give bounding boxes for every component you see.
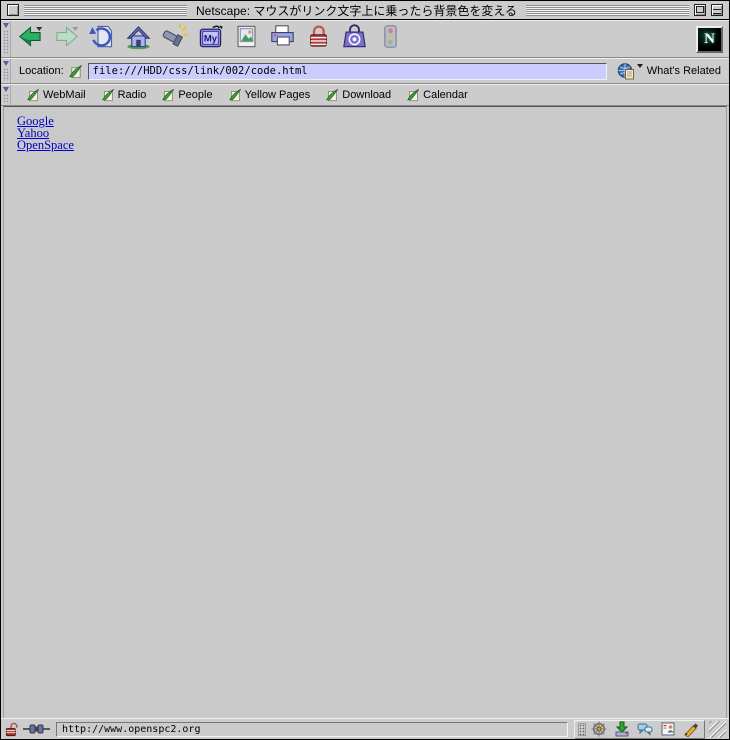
personal-item-label: Download bbox=[342, 89, 392, 101]
link-openspace[interactable]: OpenSpace bbox=[17, 139, 74, 152]
reload-button[interactable] bbox=[85, 22, 119, 56]
bookmark-quill-icon bbox=[68, 64, 83, 79]
plug-icon bbox=[23, 723, 50, 735]
bookmark-quill-icon bbox=[161, 88, 175, 102]
netscape-n-logo: N bbox=[704, 30, 715, 47]
personal-toolbar-collapse-tab[interactable] bbox=[1, 85, 11, 105]
composer-component-button[interactable] bbox=[680, 721, 701, 737]
window-title: Netscape: マウスがリンク文字上に乗ったら背景色を変える bbox=[196, 3, 518, 18]
online-status-button[interactable] bbox=[23, 723, 50, 735]
whats-related-dropdown-icon bbox=[636, 64, 643, 68]
whats-related-globe-icon bbox=[617, 62, 636, 81]
whats-related-label: What's Related bbox=[646, 65, 721, 77]
security-status-button[interactable] bbox=[5, 722, 20, 737]
personal-item-label: Radio bbox=[117, 89, 147, 101]
personal-item-label: People bbox=[178, 89, 213, 101]
home-icon bbox=[125, 23, 152, 55]
forward-button[interactable] bbox=[49, 22, 83, 56]
security-button[interactable] bbox=[301, 22, 335, 56]
status-bar: http://www.openspc2.org bbox=[1, 718, 729, 739]
collapse-dots bbox=[2, 94, 9, 103]
images-button[interactable] bbox=[229, 22, 263, 56]
search-flashlight-icon bbox=[161, 23, 188, 55]
personal-item-label: Calendar bbox=[423, 89, 468, 101]
shop-bag-icon bbox=[341, 23, 368, 55]
personal-item-webmail[interactable]: WebMail bbox=[26, 88, 86, 102]
stop-button[interactable] bbox=[373, 22, 407, 56]
collapse-triangle-icon bbox=[2, 61, 9, 66]
reload-icon bbox=[88, 23, 116, 55]
navigation-toolbar-collapse-tab[interactable] bbox=[1, 21, 11, 57]
location-label: Location: bbox=[19, 65, 64, 77]
location-toolbar-collapse-tab[interactable] bbox=[1, 59, 11, 83]
bookmark-quill-icon bbox=[26, 88, 40, 102]
bookmark-quill-icon bbox=[228, 88, 242, 102]
collapse-triangle-icon bbox=[2, 23, 9, 28]
titlebar-stripes bbox=[526, 4, 690, 16]
page-content: Google Yahoo OpenSpace bbox=[3, 106, 727, 718]
my-netscape-icon: My bbox=[197, 23, 224, 55]
collapse-dots bbox=[2, 30, 9, 55]
speech-bubbles-icon bbox=[637, 721, 653, 737]
mailbox-icon bbox=[614, 721, 630, 737]
personal-item-download[interactable]: Download bbox=[325, 88, 391, 102]
images-icon bbox=[233, 23, 260, 55]
home-button[interactable] bbox=[121, 22, 155, 56]
personal-item-calendar[interactable]: Calendar bbox=[406, 88, 468, 102]
ship-wheel-icon bbox=[591, 721, 607, 737]
collapse-dots bbox=[2, 68, 9, 81]
my-netscape-button[interactable]: My bbox=[193, 22, 227, 56]
collapse-box-button[interactable] bbox=[711, 4, 724, 16]
navigation-toolbar: My N bbox=[1, 20, 729, 58]
titlebar-stripes bbox=[24, 4, 187, 16]
open-lock-icon bbox=[5, 722, 20, 737]
back-button[interactable] bbox=[13, 22, 47, 56]
personal-item-radio[interactable]: Radio bbox=[101, 88, 147, 102]
navigator-component-button[interactable] bbox=[588, 721, 609, 737]
location-input[interactable] bbox=[87, 62, 607, 80]
discussions-component-button[interactable] bbox=[634, 721, 655, 737]
print-button[interactable] bbox=[265, 22, 299, 56]
component-bar bbox=[574, 719, 705, 739]
bookmark-quill-icon bbox=[325, 88, 339, 102]
mailbox-component-button[interactable] bbox=[611, 721, 632, 737]
zoom-box-button[interactable] bbox=[694, 4, 707, 16]
personal-item-people[interactable]: People bbox=[161, 88, 213, 102]
status-message: http://www.openspc2.org bbox=[56, 721, 568, 737]
personal-item-label: WebMail bbox=[43, 89, 86, 101]
print-icon bbox=[269, 23, 296, 55]
close-box-button[interactable] bbox=[7, 4, 19, 16]
component-bar-grip[interactable] bbox=[578, 722, 586, 736]
back-icon bbox=[17, 23, 44, 55]
collapse-triangle-icon bbox=[2, 87, 9, 92]
search-button[interactable] bbox=[157, 22, 191, 56]
whats-related-button[interactable]: What's Related bbox=[617, 62, 721, 81]
netscape-window: Netscape: マウスがリンク文字上に乗ったら背景色を変える My N Lo… bbox=[0, 0, 730, 740]
window-resize-grip[interactable] bbox=[709, 720, 726, 738]
location-toolbar: Location: What's Related bbox=[1, 58, 729, 84]
stop-traffic-light-icon bbox=[377, 23, 404, 55]
composer-pen-icon bbox=[683, 721, 699, 737]
svg-text:My: My bbox=[203, 34, 217, 45]
bookmark-quill-icon bbox=[406, 88, 420, 102]
address-book-component-button[interactable] bbox=[657, 721, 678, 737]
personal-toolbar: WebMail Radio People Yellow Pages Downlo… bbox=[1, 84, 729, 106]
address-book-icon bbox=[660, 721, 676, 737]
netscape-throbber[interactable]: N bbox=[696, 25, 723, 53]
personal-item-label: Yellow Pages bbox=[244, 89, 311, 101]
security-lock-icon bbox=[305, 23, 332, 55]
forward-icon bbox=[53, 23, 80, 55]
personal-item-yellow-pages[interactable]: Yellow Pages bbox=[228, 88, 311, 102]
shop-button[interactable] bbox=[337, 22, 371, 56]
bookmark-button[interactable] bbox=[68, 64, 83, 79]
bookmark-quill-icon bbox=[101, 88, 115, 102]
titlebar[interactable]: Netscape: マウスがリンク文字上に乗ったら背景色を変える bbox=[1, 1, 729, 20]
